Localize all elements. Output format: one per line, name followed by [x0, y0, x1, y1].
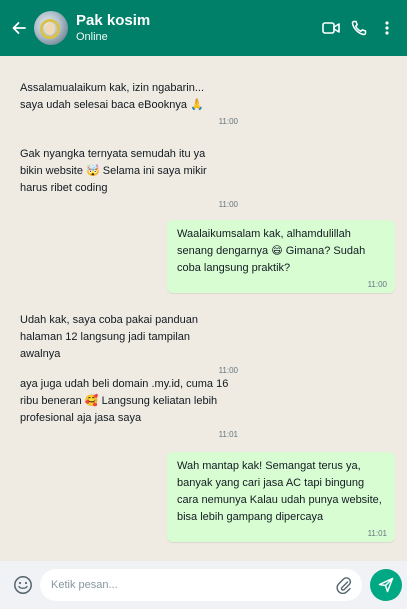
- message-bubble-incoming[interactable]: Assalamualaikum kak, izin ngabarin... sa…: [10, 74, 240, 130]
- message-text: Waalaikumsalam kak, alhamdulillah senang…: [177, 228, 366, 274]
- message-bubble-outgoing[interactable]: Wah mantap kak! Semangat terus ya, banya…: [167, 452, 395, 542]
- arrow-left-icon: [12, 22, 26, 34]
- avatar[interactable]: [34, 11, 68, 45]
- message-text: Gak nyangka ternyata semudah itu ya biki…: [20, 148, 207, 194]
- video-call-button[interactable]: [317, 0, 345, 56]
- emoji-button[interactable]: [9, 571, 37, 599]
- contact-status: Online: [76, 31, 108, 43]
- smiley-icon: [14, 576, 32, 594]
- menu-button[interactable]: [373, 0, 401, 56]
- message-bubble-incoming[interactable]: Gak nyangka ternyata semudah itu ya biki…: [10, 140, 240, 213]
- message-time: 11:00: [367, 280, 387, 289]
- message-text: Wah mantap kak! Semangat terus ya, banya…: [177, 460, 382, 523]
- phone-icon: [351, 20, 367, 36]
- back-button[interactable]: [4, 0, 34, 56]
- message-time: 11:00: [218, 117, 238, 126]
- message-bubble-outgoing[interactable]: Waalaikumsalam kak, alhamdulillah senang…: [167, 220, 395, 293]
- composer-bar: [0, 561, 407, 609]
- attach-button[interactable]: [334, 575, 354, 595]
- send-button[interactable]: [370, 569, 402, 601]
- message-bubble-incoming[interactable]: aya juga udah beli domain .my.id, cuma 1…: [10, 370, 240, 443]
- message-input[interactable]: [51, 579, 321, 591]
- message-time: 11:00: [218, 200, 238, 209]
- message-input-container[interactable]: [40, 569, 362, 601]
- message-time: 11:01: [367, 529, 387, 538]
- message-text: aya juga udah beli domain .my.id, cuma 1…: [20, 378, 229, 424]
- contact-name: Pak kosim: [76, 12, 151, 29]
- header-actions: [317, 0, 401, 56]
- message-bubble-incoming[interactable]: Udah kak, saya coba pakai panduan halama…: [10, 306, 240, 379]
- message-text: Assalamualaikum kak, izin ngabarin... sa…: [20, 82, 205, 111]
- video-camera-icon: [322, 22, 340, 34]
- chat-header: Pak kosim Online: [0, 0, 407, 56]
- message-text: Udah kak, saya coba pakai panduan halama…: [20, 314, 198, 360]
- avatar-face: [45, 23, 55, 35]
- vertical-dots-icon: [385, 21, 389, 35]
- message-time: 11:01: [218, 430, 238, 439]
- paperclip-icon: [336, 577, 352, 594]
- contact-info[interactable]: Pak kosim Online: [76, 12, 317, 44]
- chat-area[interactable]: Assalamualaikum kak, izin ngabarin... sa…: [0, 56, 407, 561]
- paper-plane-icon: [378, 577, 394, 593]
- voice-call-button[interactable]: [345, 0, 373, 56]
